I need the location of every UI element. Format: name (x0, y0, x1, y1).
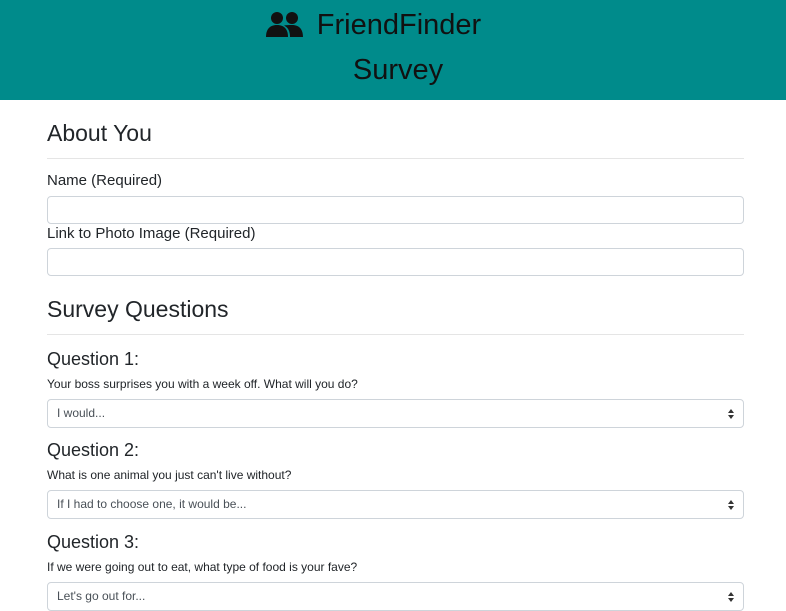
users-icon (265, 10, 305, 40)
select-caret-icon (728, 409, 734, 419)
divider (47, 158, 744, 159)
survey-questions-heading: Survey Questions (47, 296, 229, 322)
question-2-text: What is one animal you just can't live w… (47, 468, 292, 482)
question-2-select[interactable]: If I had to choose one, it would be... (47, 490, 744, 519)
page-header: FriendFinder Survey (0, 0, 786, 100)
page-subtitle: Survey (352, 54, 444, 86)
brand-title: FriendFinder (316, 9, 482, 41)
question-2-selected-value: If I had to choose one, it would be... (57, 497, 247, 511)
question-3-select[interactable]: Let's go out for... (47, 582, 744, 611)
name-label: Name (Required) (47, 172, 163, 189)
question-3-heading: Question 3: (47, 532, 140, 552)
photo-link-label: Link to Photo Image (Required) (47, 225, 256, 242)
question-1-select[interactable]: I would... (47, 399, 744, 428)
photo-link-input[interactable] (47, 248, 744, 276)
select-caret-icon (728, 592, 734, 602)
about-you-heading: About You (47, 120, 152, 146)
question-3-selected-value: Let's go out for... (57, 589, 146, 603)
brand: FriendFinder (0, 6, 786, 44)
question-1-text: Your boss surprises you with a week off.… (47, 377, 358, 391)
question-1-selected-value: I would... (57, 406, 106, 420)
name-input[interactable] (47, 196, 744, 224)
divider (47, 334, 744, 335)
question-2-heading: Question 2: (47, 440, 140, 460)
question-1-heading: Question 1: (47, 349, 140, 369)
question-3-text: If we were going out to eat, what type o… (47, 560, 358, 574)
select-caret-icon (728, 500, 734, 510)
